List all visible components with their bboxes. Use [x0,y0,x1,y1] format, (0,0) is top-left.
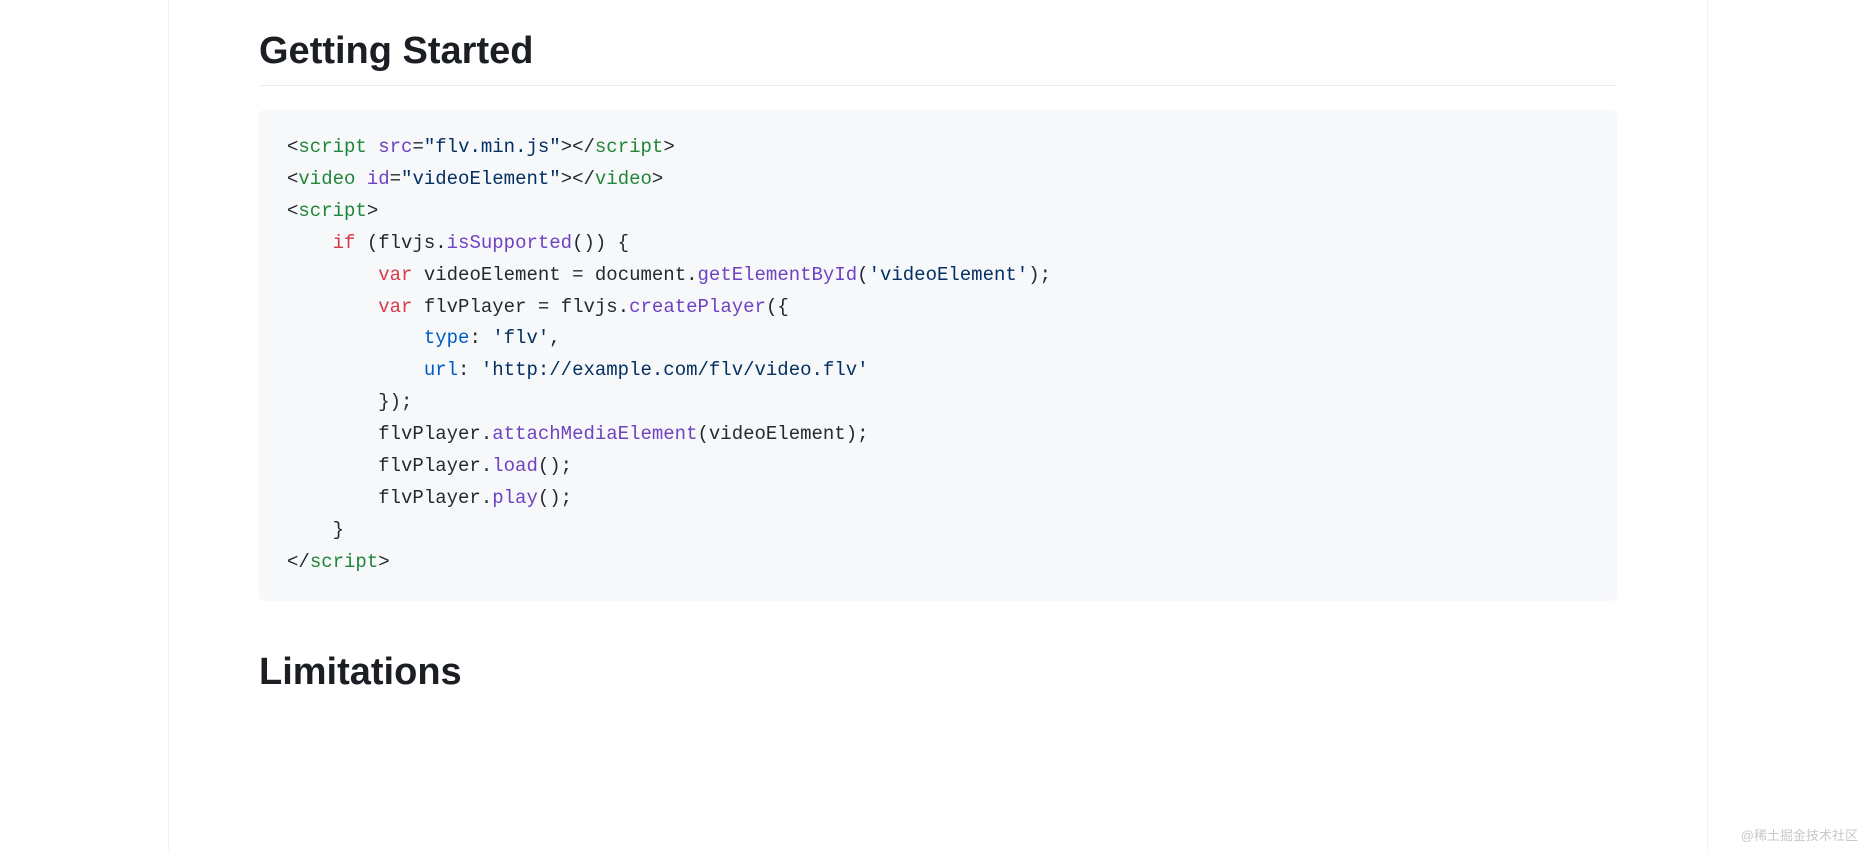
prop-type: type [424,327,470,349]
tag-script-close-2: script [310,551,378,573]
kw-var-2: var [378,296,412,318]
tag-script-close: script [595,136,663,158]
heading-limitations: Limitations [259,651,1617,694]
attr-id: id [367,168,390,190]
prop-url: url [424,359,458,381]
str-videoelement-arg: 'videoElement' [869,264,1029,286]
call-attachmediaelement: attachMediaElement [492,423,697,445]
tag-script-open: script [298,136,366,158]
attr-src: src [378,136,412,158]
kw-if: if [333,232,356,254]
tag-video-close: video [595,168,652,190]
obj-flvplayer-3: flvPlayer [378,487,481,509]
code-block[interactable]: <script src="flv.min.js"></script> <vide… [259,110,1617,601]
obj-flvjs: flvjs [378,232,435,254]
str-video-element: "videoElement" [401,168,561,190]
call-issupported: isSupported [447,232,572,254]
var-videoelement: videoElement [424,264,561,286]
obj-document: document [595,264,686,286]
tag-video-open: video [298,168,355,190]
arg-videoelement: videoElement [709,423,846,445]
heading-getting-started: Getting Started [259,30,1617,86]
obj-flvplayer-1: flvPlayer [378,423,481,445]
obj-flvplayer-2: flvPlayer [378,455,481,477]
str-url: 'http://example.com/flv/video.flv' [481,359,869,381]
call-getelementbyid: getElementById [698,264,858,286]
call-load: load [492,455,538,477]
call-createplayer: createPlayer [629,296,766,318]
watermark: @稀土掘金技术社区 [1741,825,1858,844]
article-content: Getting Started <script src="flv.min.js"… [199,0,1677,694]
var-flvplayer: flvPlayer [424,296,527,318]
call-play: play [492,487,538,509]
str-flv-min-js: "flv.min.js" [424,136,561,158]
tag-script-open-2: script [298,200,366,222]
obj-flvjs-2: flvjs [561,296,618,318]
kw-var-1: var [378,264,412,286]
page-container: Getting Started <script src="flv.min.js"… [168,0,1708,850]
str-flv: 'flv' [492,327,549,349]
